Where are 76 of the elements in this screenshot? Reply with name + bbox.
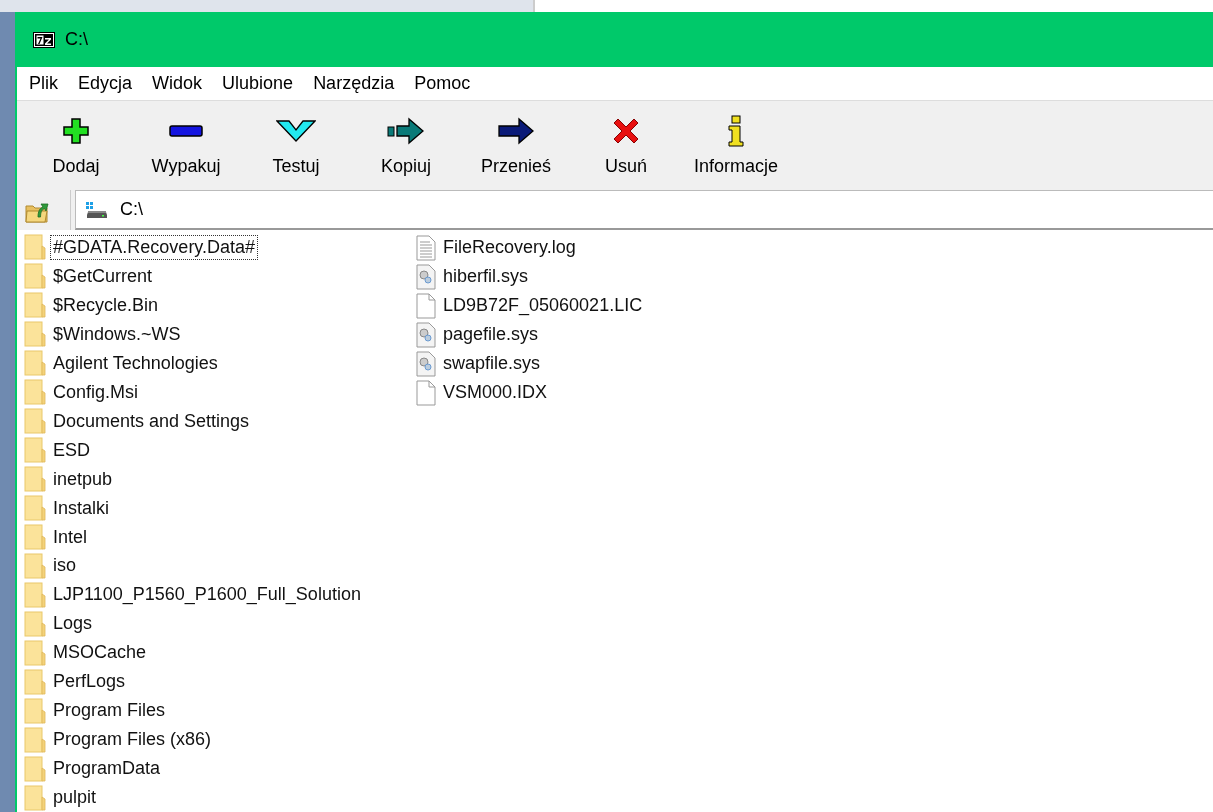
system-file-icon xyxy=(416,321,436,348)
folder-icon xyxy=(24,350,46,377)
file-name[interactable]: Documents and Settings xyxy=(50,408,253,434)
file-name[interactable]: Program Files xyxy=(50,698,169,724)
folder-icon xyxy=(24,466,46,493)
address-field[interactable]: C:\ xyxy=(75,190,1213,230)
file-name[interactable]: Agilent Technologies xyxy=(50,350,221,376)
folder-icon xyxy=(24,292,46,319)
file-name[interactable]: Config.Msi xyxy=(50,379,142,405)
folder-icon xyxy=(24,408,46,435)
folder-icon xyxy=(24,234,46,261)
file-name[interactable]: Logs xyxy=(50,611,96,637)
file-name[interactable]: ProgramData xyxy=(50,756,164,782)
menu-item[interactable]: Plik xyxy=(21,71,66,96)
menu-item[interactable]: Edycja xyxy=(70,71,141,96)
file-name[interactable]: $Windows.~WS xyxy=(50,321,184,347)
system-file-icon xyxy=(416,350,436,377)
menu-item[interactable]: Ulubione xyxy=(214,71,302,96)
file-name[interactable]: MSOCache xyxy=(50,640,150,666)
file-name[interactable]: LD9B72F_05060021.LIC xyxy=(440,293,646,318)
minus-icon xyxy=(169,124,203,138)
window-title: C:\ xyxy=(65,29,88,50)
file-name[interactable]: swapfile.sys xyxy=(440,351,544,376)
delete-icon xyxy=(611,116,641,146)
check-icon xyxy=(276,119,316,143)
toolbar-button[interactable]: Informacje xyxy=(681,108,791,183)
folder-icon xyxy=(24,639,46,666)
menu-item[interactable]: Pomoc xyxy=(406,71,479,96)
file-name[interactable]: FileRecovery.log xyxy=(440,235,579,260)
plus-icon xyxy=(61,116,91,146)
folder-icon xyxy=(24,726,46,753)
file-name[interactable]: $GetCurrent xyxy=(50,263,156,289)
file-name[interactable]: hiberfil.sys xyxy=(440,264,532,289)
folder-icon xyxy=(24,784,46,811)
file-icon xyxy=(416,379,436,406)
folder-icon xyxy=(24,437,46,464)
drive-icon xyxy=(86,200,108,219)
menu-item[interactable]: Narzędzia xyxy=(305,71,403,96)
toolbar-button[interactable]: Dodaj xyxy=(21,108,131,183)
folder-icon xyxy=(24,321,46,348)
file-name[interactable]: inetpub xyxy=(50,466,116,492)
folder-icon xyxy=(24,755,46,782)
menu-item[interactable]: Widok xyxy=(144,71,211,96)
file-icon xyxy=(416,292,436,319)
arrow-icon xyxy=(497,116,535,146)
folder-icon xyxy=(24,495,46,522)
folder-icon xyxy=(24,668,46,695)
folder-icon xyxy=(24,610,46,637)
folder-icon xyxy=(24,379,46,406)
toolbar-button[interactable]: Kopiuj xyxy=(351,108,461,183)
folder-icon xyxy=(24,524,46,550)
toolbar-button[interactable]: Testuj xyxy=(241,108,351,183)
folder-icon xyxy=(24,263,46,290)
toolbar-button[interactable]: Przenieś xyxy=(461,108,571,183)
toolbar-button[interactable]: Usuń xyxy=(571,108,681,183)
file-name[interactable]: Instalki xyxy=(50,495,113,521)
file-name[interactable]: pulpit xyxy=(50,785,100,811)
arrow-icon xyxy=(387,116,425,146)
file-name[interactable]: PerfLogs xyxy=(50,669,129,695)
toolbar-button[interactable]: Wypakuj xyxy=(131,108,241,183)
app-logo-icon xyxy=(33,31,55,48)
file-name[interactable]: Intel xyxy=(50,524,91,550)
system-file-icon xyxy=(416,263,436,290)
file-name[interactable]: iso xyxy=(50,553,79,579)
folder-icon xyxy=(24,581,46,608)
file-name[interactable]: VSM000.IDX xyxy=(440,380,551,405)
file-name[interactable]: pagefile.sys xyxy=(440,322,542,347)
file-name[interactable]: Program Files (x86) xyxy=(50,727,215,753)
file-name[interactable]: $Recycle.Bin xyxy=(50,292,162,318)
info-icon xyxy=(726,115,746,147)
folder-icon xyxy=(24,697,46,724)
file-name[interactable]: #GDATA.Recovery.Data# xyxy=(50,234,259,260)
text-file-icon xyxy=(416,234,436,261)
file-name[interactable]: LJP1100_P1560_P1600_Full_Solution xyxy=(50,582,364,608)
file-name[interactable]: ESD xyxy=(50,437,93,463)
folder-icon xyxy=(24,552,46,579)
